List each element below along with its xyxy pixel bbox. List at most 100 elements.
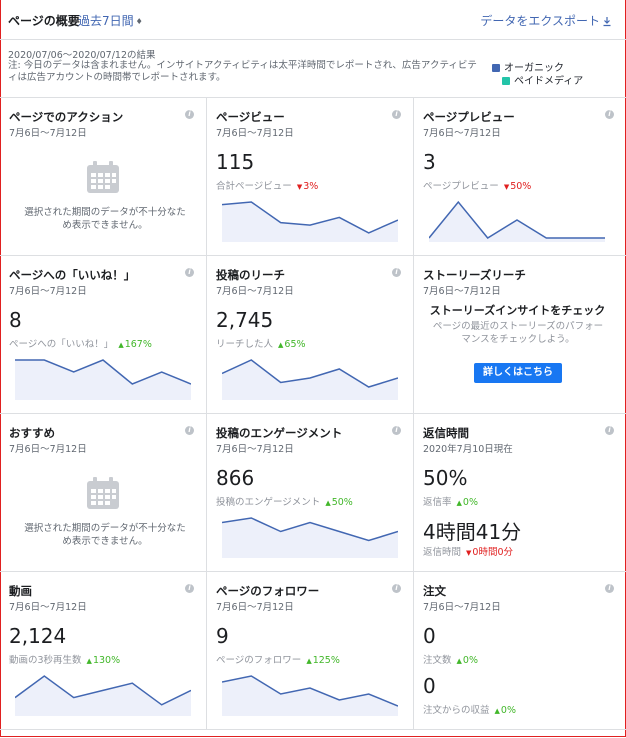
metric-label: 合計ページビュー ▼3% xyxy=(216,178,318,192)
info-icon[interactable]: i xyxy=(392,268,401,277)
metric-value: 8 xyxy=(9,308,22,332)
card-title: 動画 xyxy=(9,584,32,598)
card-recommendations[interactable]: おすすめ 7月6日～7月12日 i 選択された期間のデータが不十分なため表示でき… xyxy=(0,414,207,572)
legend-swatch-paid xyxy=(502,77,510,85)
card-page-views[interactable]: ページビュー 7月6日～7月12日 i 115 合計ページビュー ▼3% xyxy=(207,98,414,256)
change-value: 0% xyxy=(500,705,516,716)
learn-more-button[interactable]: 詳しくはこちら xyxy=(474,363,562,383)
metric-value: 115 xyxy=(216,150,255,174)
report-note: 注: 今日のデータは含まれません。インサイトアクティビティは太平洋時間でレポート… xyxy=(8,60,477,83)
metric-label: リーチした人 ▲65% xyxy=(216,336,306,350)
info-icon[interactable]: i xyxy=(605,426,614,435)
card-stories-reach[interactable]: ストーリーズリーチ 7月6日～7月12日 ストーリーズインサイトをチェック ペー… xyxy=(414,256,626,414)
promo-title: ストーリーズインサイトをチェック xyxy=(429,304,606,317)
sparkline-area xyxy=(15,676,191,716)
legend-item-organic: オーガニック xyxy=(492,62,583,75)
change-badge: ▼50% xyxy=(504,181,532,192)
info-icon[interactable]: i xyxy=(392,426,401,435)
change-badge: ▲130% xyxy=(87,655,121,666)
report-range: 2020/07/06～2020/07/12の結果 xyxy=(8,50,156,61)
card-page-followers[interactable]: ページのフォロワー 7月6日～7月12日 i 9 ページのフォロワー ▲125% xyxy=(207,572,414,730)
change-value: 65% xyxy=(284,339,306,350)
card-page-actions[interactable]: ページでのアクション 7月6日～7月12日 i 選択された期間のデータが不十分な… xyxy=(0,98,207,256)
response-rate-value: 50% xyxy=(423,466,468,490)
card-orders[interactable]: 注文 7月6日～7月12日 i 0 注文数 ▲0% 0 注文からの収益 ▲0% xyxy=(414,572,626,730)
metric-label-text: 投稿のエンゲージメント xyxy=(216,497,321,508)
change-value: 50% xyxy=(510,181,532,192)
export-data-link[interactable]: データをエクスポート xyxy=(480,12,612,29)
card-date: 7月6日～7月12日 xyxy=(9,286,87,297)
sparkline-area xyxy=(15,360,191,400)
metric-label-text: 動画の3秒再生数 xyxy=(9,655,82,666)
period-label: 過去7日間 xyxy=(78,14,134,28)
sparkline xyxy=(222,359,398,400)
info-icon[interactable]: i xyxy=(185,584,194,593)
sparkline xyxy=(222,517,398,558)
change-badge: ▲0% xyxy=(495,705,516,716)
period-selector[interactable]: 過去7日間 ♦ xyxy=(78,12,143,29)
orders-count-value: 0 xyxy=(423,624,436,648)
info-icon[interactable]: i xyxy=(605,584,614,593)
metric-value: 3 xyxy=(423,150,436,174)
legend-label-organic: オーガニック xyxy=(504,63,564,74)
card-post-engagement[interactable]: 投稿のエンゲージメント 7月6日～7月12日 i 866 投稿のエンゲージメント… xyxy=(207,414,414,572)
triangle-up-icon: ▲ xyxy=(325,499,331,507)
sparkline xyxy=(15,359,191,400)
card-post-reach[interactable]: 投稿のリーチ 7月6日～7月12日 i 2,745 リーチした人 ▲65% xyxy=(207,256,414,414)
card-videos[interactable]: 動画 7月6日～7月12日 i 2,124 動画の3秒再生数 ▲130% xyxy=(0,572,207,730)
download-icon xyxy=(603,17,611,27)
info-icon[interactable]: i xyxy=(605,110,614,119)
info-icon[interactable]: i xyxy=(185,426,194,435)
card-page-likes[interactable]: ページへの「いいね！」 7月6日～7月12日 i 8 ページへの「いいね！」 ▲1… xyxy=(0,256,207,414)
triangle-up-icon: ▲ xyxy=(456,499,462,507)
metric-label-text: ページへの「いいね！」 xyxy=(9,339,114,350)
metric-value: 866 xyxy=(216,466,255,490)
change-badge: ▲50% xyxy=(325,497,353,508)
card-title: ページへの「いいね！」 xyxy=(9,268,136,282)
card-date: 7月6日～7月12日 xyxy=(423,128,501,139)
sparkline-area xyxy=(429,202,605,242)
metric-label-text: 合計ページビュー xyxy=(216,181,292,192)
info-icon[interactable]: i xyxy=(392,584,401,593)
card-title: おすすめ xyxy=(9,426,55,440)
card-title: ページビュー xyxy=(216,110,285,124)
card-title: ページプレビュー xyxy=(423,110,515,124)
metric-label: ページプレビュー ▼50% xyxy=(423,178,531,192)
sparkline xyxy=(429,200,605,242)
legend: オーガニック ペイドメディア xyxy=(492,62,583,88)
change-badge: ▲167% xyxy=(118,339,152,350)
change-value: 0時間0分 xyxy=(472,547,513,558)
card-date: 7月6日～7月12日 xyxy=(423,286,501,297)
change-value: 125% xyxy=(312,655,340,666)
metric-label-text: 返信率 xyxy=(423,497,452,508)
legend-label-paid: ペイドメディア xyxy=(514,76,584,87)
orders-count-label: 注文数 ▲0% xyxy=(423,652,478,666)
card-title: 投稿のリーチ xyxy=(216,268,285,282)
page-title: ページの概要 xyxy=(8,14,80,28)
sparkline xyxy=(15,675,191,716)
promo-text: ページの最近のストーリーズのパフォーマンスをチェックしよう。 xyxy=(432,321,604,345)
card-title: 返信時間 xyxy=(423,426,469,440)
triangle-down-icon: ▼ xyxy=(466,549,472,557)
metric-label-text: リーチした人 xyxy=(216,339,274,350)
triangle-up-icon: ▲ xyxy=(494,707,500,715)
info-icon[interactable]: i xyxy=(185,110,194,119)
card-title: ページのフォロワー xyxy=(216,584,320,598)
info-icon[interactable]: i xyxy=(185,268,194,277)
change-badge: ▲125% xyxy=(306,655,340,666)
card-date: 7月6日～7月12日 xyxy=(216,602,294,613)
triangle-down-icon: ▼ xyxy=(296,183,303,191)
triangle-up-icon: ▲ xyxy=(118,341,124,349)
metric-label: 動画の3秒再生数 ▲130% xyxy=(9,652,120,666)
change-value: 0% xyxy=(462,497,478,508)
change-value: 0% xyxy=(462,655,478,666)
orders-revenue-value: 0 xyxy=(423,674,436,698)
metric-label: ページへの「いいね！」 ▲167% xyxy=(9,336,152,350)
card-date: 7月6日～7月12日 xyxy=(9,602,87,613)
card-response-time[interactable]: 返信時間 2020年7月10日現在 i 50% 返信率 ▲0% 4時間41分 返信… xyxy=(414,414,626,572)
sparkline-area xyxy=(222,202,398,242)
card-page-previews[interactable]: ページプレビュー 7月6日～7月12日 i 3 ページプレビュー ▼50% xyxy=(414,98,626,256)
info-icon[interactable]: i xyxy=(392,110,401,119)
metric-label-text: ページプレビュー xyxy=(423,181,499,192)
card-date: 7月6日～7月12日 xyxy=(216,444,294,455)
